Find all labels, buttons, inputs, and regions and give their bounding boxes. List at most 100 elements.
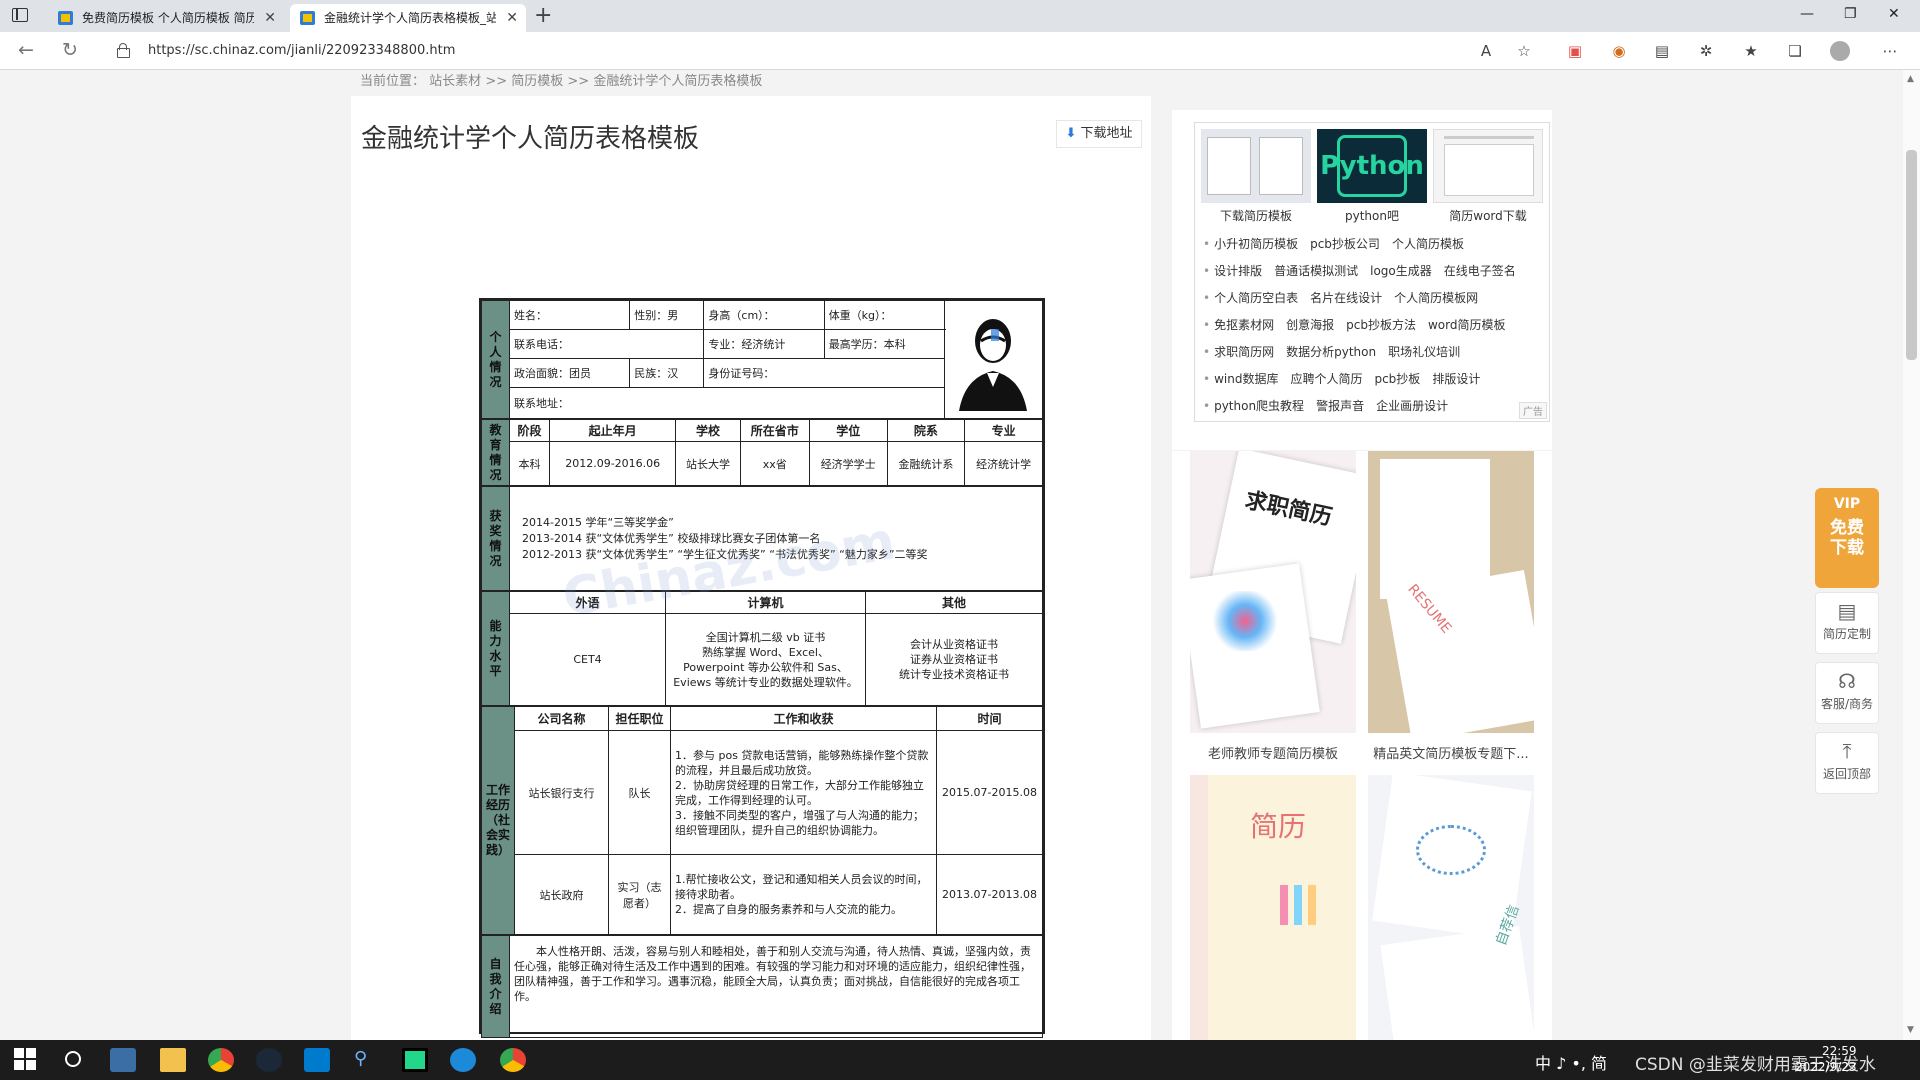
ad-thumb-resume[interactable]: [1201, 129, 1311, 203]
avatar[interactable]: [1830, 41, 1850, 61]
page-scrollbar[interactable]: ▲ ▼: [1903, 70, 1920, 1040]
breadcrumb-link[interactable]: 简历模板: [511, 74, 563, 89]
vip-download-button[interactable]: VIP 免费下载: [1815, 488, 1879, 588]
recommend-image[interactable]: 自荐信: [1368, 775, 1534, 1040]
edge-icon[interactable]: [450, 1048, 476, 1072]
ability-line: Powerpoint 等办公软件和 Sas、: [683, 660, 848, 674]
favorite-star-icon[interactable]: ☆: [1514, 41, 1534, 61]
keyword-link[interactable]: 普通话模拟测试: [1274, 264, 1358, 278]
keyword-link[interactable]: 警报声音: [1316, 399, 1364, 413]
keyword-link[interactable]: 创意海报: [1286, 318, 1334, 332]
keyword-link[interactable]: 排版设计: [1432, 372, 1480, 386]
download-button[interactable]: ⬇ 下载地址: [1056, 120, 1142, 148]
self-intro-table: 自我介绍 本人性格开朗、活泼，容易与别人和睦相处，善于和别人交流与沟通，待人热情…: [481, 935, 1043, 1038]
recommend-image[interactable]: 求职简历: [1190, 451, 1356, 733]
customer-service-button[interactable]: ☊ 客服/商务: [1815, 662, 1879, 724]
close-icon[interactable]: ✕: [506, 4, 518, 32]
ad-thumb-label[interactable]: 下载简历模板: [1201, 207, 1311, 224]
vscode-icon[interactable]: [304, 1048, 330, 1072]
extension-icon[interactable]: ▣: [1565, 41, 1585, 61]
everything-search-icon[interactable]: ⚲: [354, 1048, 380, 1072]
keyword-link[interactable]: 数据分析python: [1286, 345, 1376, 359]
input-method-tray[interactable]: 中 ♪ •, 简: [1535, 1050, 1607, 1074]
resume-custom-button[interactable]: ▤ 简历定制: [1815, 592, 1879, 654]
url-field[interactable]: https://sc.chinaz.com/jianli/22092334880…: [148, 43, 455, 58]
keyword-link[interactable]: 个人简历空白表: [1214, 291, 1298, 305]
self-intro-text: 本人性格开朗、活泼，容易与别人和睦相处，善于和别人交流与沟通，待人热情、真诚，坚…: [509, 935, 1043, 1038]
restore-icon[interactable]: ❐: [1844, 6, 1857, 22]
work-header: 时间: [936, 706, 1043, 731]
refresh-icon[interactable]: ↻: [62, 39, 78, 61]
work-table: 工作经历（社会实践） 公司名称 担任职位 工作和收获 时间 站长银行支行 队长 …: [481, 706, 1043, 935]
address-bar: ← ↻ https://sc.chinaz.com/jianli/2209233…: [0, 32, 1920, 70]
system-clock[interactable]: 22:59 2022/9/23: [1795, 1043, 1857, 1075]
keyword-link[interactable]: 在线电子签名: [1444, 264, 1516, 278]
tab-collections-icon[interactable]: ❏: [1785, 41, 1805, 61]
recommend-card: 求职简历 老师教师专题简历模板 RESUME 精品英文简历模板专题下... 简历…: [1172, 451, 1552, 1040]
tab-current-resume[interactable]: 金融统计学个人简历表格模板_站 ✕: [290, 4, 526, 32]
ad-thumb-python[interactable]: Python: [1317, 129, 1427, 203]
keyword-link[interactable]: 职场礼仪培训: [1388, 345, 1460, 359]
award-line: 2013-2014 获“文体优秀学生” 校级排球比赛女子团体第一名: [522, 531, 821, 545]
collections-icon[interactable]: ▤: [1652, 41, 1672, 61]
new-tab-icon[interactable]: +: [534, 2, 552, 30]
keyword-link[interactable]: 企业画册设计: [1376, 399, 1448, 413]
ad-thumb-word[interactable]: [1433, 129, 1543, 203]
tab-title: 金融统计学个人简历表格模板_站: [324, 11, 496, 25]
extensions-puzzle-icon[interactable]: ✲: [1696, 41, 1716, 61]
close-icon[interactable]: ✕: [264, 4, 276, 32]
back-icon[interactable]: ←: [18, 39, 34, 61]
keyword-link[interactable]: 名片在线设计: [1310, 291, 1382, 305]
chrome-icon[interactable]: [208, 1048, 234, 1072]
ad-badge[interactable]: 广告: [1519, 402, 1547, 419]
keyword-link[interactable]: pcb抄板方法: [1346, 318, 1416, 332]
work-detail-line: 1.帮忙接收公文，登记和通知相关人员会议的时间，接待求助者。: [675, 873, 928, 901]
more-menu-icon[interactable]: ⋯: [1880, 41, 1900, 61]
ability-line: 会计从业资格证书: [910, 638, 998, 651]
keyword-link[interactable]: 应聘个人简历: [1290, 372, 1362, 386]
tab-resume-list[interactable]: 免费简历模板 个人简历模板 简历 ✕: [48, 4, 284, 32]
keyword-link[interactable]: 设计排版: [1214, 264, 1262, 278]
extension-icon[interactable]: ◉: [1609, 41, 1629, 61]
keyword-link[interactable]: wind数据库: [1214, 372, 1278, 386]
edu-cell: xx省: [739, 441, 810, 486]
minimize-icon[interactable]: —: [1800, 6, 1814, 22]
read-aloud-icon[interactable]: A: [1476, 41, 1496, 61]
scroll-down-icon[interactable]: ▼: [1907, 1025, 1914, 1035]
pycharm-icon[interactable]: [402, 1048, 428, 1072]
keyword-link[interactable]: 个人简历模板网: [1394, 291, 1478, 305]
ability-line: 统计专业技术资格证书: [899, 668, 1009, 681]
recommend-image[interactable]: RESUME: [1368, 451, 1534, 733]
window-close-icon[interactable]: ✕: [1888, 6, 1900, 22]
keyword-link[interactable]: 求职简历网: [1214, 345, 1274, 359]
lock-icon[interactable]: [117, 43, 130, 58]
recommend-image[interactable]: 简历: [1190, 775, 1356, 1040]
favorites-icon[interactable]: ★: [1741, 41, 1761, 61]
work-company: 站长银行支行: [514, 730, 609, 855]
ad-thumb-label[interactable]: 简历word下载: [1433, 207, 1543, 224]
windows-start-icon[interactable]: [14, 1048, 40, 1072]
file-explorer-icon[interactable]: [160, 1048, 186, 1072]
back-to-top-button[interactable]: ⤒ 返回顶部: [1815, 732, 1879, 794]
breadcrumb-link[interactable]: 站长素材: [429, 74, 481, 89]
ad-thumb-label[interactable]: python吧: [1317, 207, 1427, 224]
store-icon[interactable]: [110, 1048, 136, 1072]
keyword-link[interactable]: pcb抄板公司: [1310, 237, 1380, 251]
recommend-label[interactable]: 精品英文简历模板专题下...: [1367, 743, 1535, 762]
keyword-link[interactable]: 小升初简历模板: [1214, 237, 1298, 251]
chrome-icon[interactable]: [500, 1048, 526, 1072]
breadcrumb-link[interactable]: 金融统计学个人简历表格模板: [593, 74, 762, 89]
scrollbar-thumb[interactable]: [1906, 150, 1917, 360]
keyword-link[interactable]: python爬虫教程: [1214, 399, 1304, 413]
keyword-link[interactable]: word简历模板: [1428, 318, 1506, 332]
recommend-label[interactable]: 老师教师专题简历模板: [1189, 743, 1357, 762]
edu-cell: 本科: [508, 441, 551, 486]
keyword-link[interactable]: 个人简历模板: [1392, 237, 1464, 251]
keyword-link[interactable]: logo生成器: [1370, 264, 1432, 278]
search-icon[interactable]: [62, 1048, 88, 1072]
scroll-up-icon[interactable]: ▲: [1907, 74, 1914, 84]
steam-icon[interactable]: [256, 1048, 282, 1072]
keyword-link[interactable]: pcb抄板: [1374, 372, 1420, 386]
keyword-link[interactable]: 免抠素材网: [1214, 318, 1274, 332]
tab-actions-icon[interactable]: [12, 8, 28, 22]
